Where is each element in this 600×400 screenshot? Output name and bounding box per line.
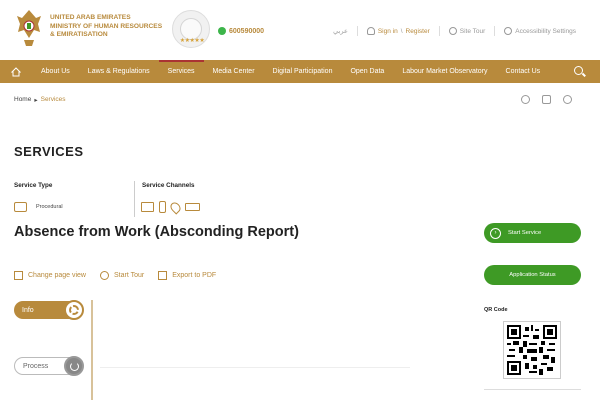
service-channels-label: Service Channels bbox=[142, 182, 195, 189]
qr-code-label: QR Code bbox=[484, 307, 508, 313]
site-header: UNITED ARAB EMIRATES MINISTRY OF HUMAN R… bbox=[0, 0, 600, 60]
nav-item-labour-market-observatory[interactable]: Labour Market Observatory bbox=[393, 60, 496, 83]
language-toggle[interactable]: عربي bbox=[333, 27, 348, 35]
qr-code-image bbox=[507, 325, 557, 375]
list-view-icon bbox=[14, 271, 23, 280]
nav-item-laws-regulations[interactable]: Laws & Regulations bbox=[79, 60, 159, 83]
info-node bbox=[64, 300, 84, 320]
search-icon[interactable] bbox=[574, 65, 586, 78]
user-icon bbox=[366, 27, 375, 35]
service-title: Absence from Work (Absconding Report) bbox=[14, 224, 299, 240]
breadcrumb: Home ▸ Services bbox=[14, 96, 66, 104]
site-tour-link[interactable]: Site Tour bbox=[460, 28, 486, 35]
delivery-truck-icon bbox=[185, 203, 200, 211]
nav-item-contact-us[interactable]: Contact Us bbox=[497, 60, 550, 83]
link-separator: \ bbox=[400, 27, 403, 35]
page-tools bbox=[521, 95, 572, 104]
sign-in-link[interactable]: Sign in bbox=[378, 28, 398, 35]
top-links: عربي Sign in \ Register Site Tour Access… bbox=[333, 26, 576, 36]
service-channels bbox=[141, 199, 200, 215]
location-icon bbox=[168, 199, 183, 215]
print-icon[interactable] bbox=[542, 95, 551, 104]
nav-item-about-us[interactable]: About Us bbox=[32, 60, 79, 83]
timeline-line bbox=[91, 300, 93, 400]
website-icon bbox=[141, 202, 154, 212]
service-type-label: Service Type bbox=[14, 182, 53, 189]
procedural-icon bbox=[14, 202, 27, 212]
nav-item-open-data[interactable]: Open Data bbox=[341, 60, 393, 83]
main-nav: About Us Laws & Regulations Services Med… bbox=[0, 60, 600, 83]
accessibility-settings-link[interactable]: Accessibility Settings bbox=[515, 28, 576, 35]
page-title: SERVICES bbox=[14, 144, 84, 159]
divider bbox=[356, 26, 358, 36]
home-icon bbox=[11, 66, 21, 76]
divider bbox=[484, 389, 581, 390]
divider bbox=[438, 26, 440, 36]
breadcrumb-arrow-icon: ▸ bbox=[34, 97, 38, 104]
gear-icon bbox=[69, 305, 79, 315]
mobile-app-icon bbox=[159, 201, 166, 213]
star-rating-badge: ★★★★★ bbox=[172, 10, 210, 48]
accessibility-icon bbox=[504, 27, 513, 35]
start-tour-link[interactable]: Start Tour bbox=[100, 271, 144, 280]
divider bbox=[100, 367, 410, 368]
divider bbox=[134, 181, 135, 217]
divider bbox=[494, 26, 496, 36]
qr-code bbox=[503, 321, 561, 379]
breadcrumb-current: Services bbox=[40, 96, 66, 103]
service-type-value: Procedural bbox=[36, 204, 63, 210]
arrow-right-icon: › bbox=[490, 227, 501, 239]
share-icon[interactable] bbox=[563, 95, 572, 104]
register-link[interactable]: Register bbox=[406, 28, 430, 35]
application-status-button[interactable]: Application Status bbox=[484, 265, 581, 285]
whatsapp-icon bbox=[218, 27, 226, 35]
question-icon bbox=[448, 27, 457, 35]
pdf-icon bbox=[158, 271, 168, 280]
change-page-view-link[interactable]: Change page view bbox=[14, 271, 86, 280]
export-pdf-link[interactable]: Export to PDF bbox=[158, 271, 216, 280]
phone-number[interactable]: 600590000 bbox=[218, 27, 264, 35]
speaker-icon[interactable] bbox=[521, 95, 530, 104]
process-node bbox=[64, 356, 84, 376]
ministry-name[interactable]: UNITED ARAB EMIRATES MINISTRY OF HUMAN R… bbox=[50, 14, 170, 40]
nav-item-services[interactable]: Services bbox=[158, 60, 204, 83]
star-rating-stars: ★★★★★ bbox=[179, 38, 205, 44]
home-button[interactable] bbox=[0, 60, 32, 83]
page-actions: Change page view Start Tour Export to PD… bbox=[14, 271, 216, 280]
uae-emblem-logo[interactable] bbox=[14, 8, 44, 48]
question-icon bbox=[100, 271, 109, 280]
nav-item-digital-participation[interactable]: Digital Participation bbox=[264, 60, 342, 83]
nav-item-media-center[interactable]: Media Center bbox=[204, 60, 264, 83]
refresh-icon bbox=[69, 361, 79, 371]
breadcrumb-home[interactable]: Home bbox=[14, 96, 31, 104]
start-service-button[interactable]: › Start Service bbox=[484, 223, 581, 243]
